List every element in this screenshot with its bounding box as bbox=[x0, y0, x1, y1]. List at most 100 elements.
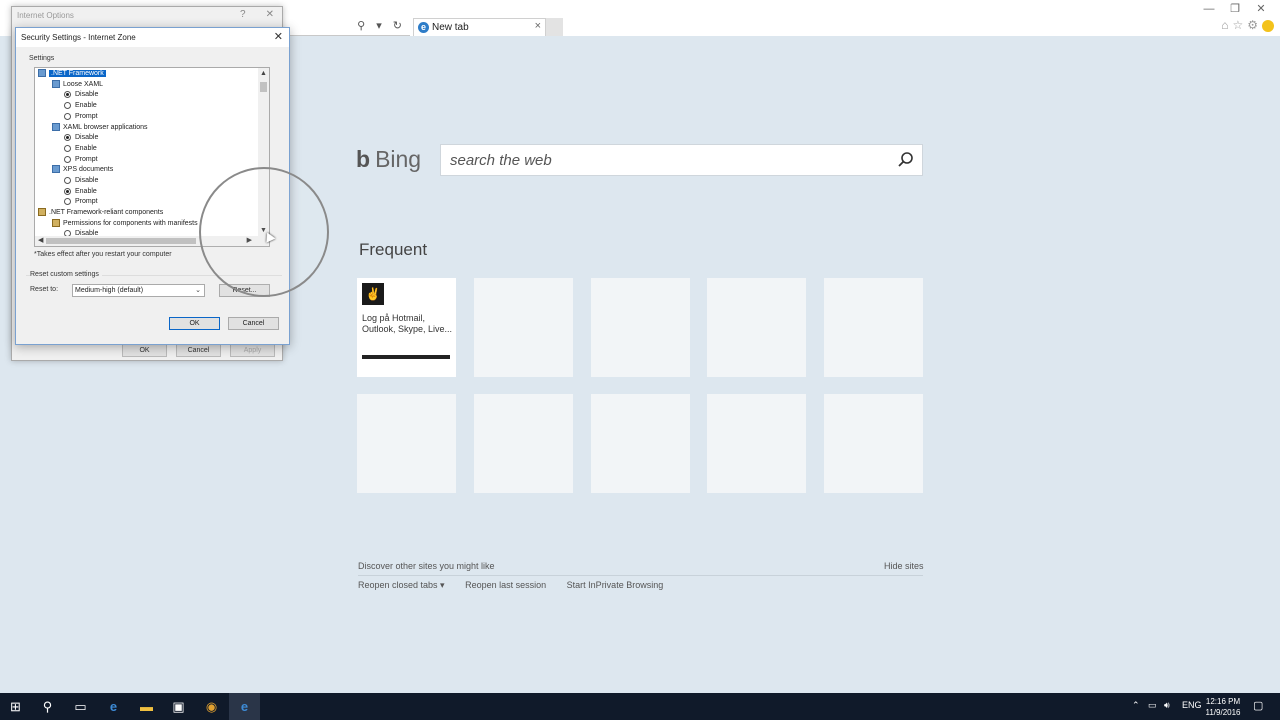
radio-option[interactable]: Enable bbox=[64, 187, 97, 197]
radio-label: Prompt bbox=[75, 113, 98, 120]
new-tab-button[interactable] bbox=[546, 18, 563, 36]
tree-category[interactable]: .NET Framework-reliant components bbox=[38, 208, 163, 218]
edge-icon[interactable]: e bbox=[105, 698, 122, 715]
radio-button[interactable] bbox=[64, 90, 71, 98]
address-bar-icons[interactable]: ⚲ ▾ ↻ bbox=[357, 19, 406, 32]
radio-option[interactable]: Enable bbox=[64, 144, 97, 154]
search-icon[interactable]: ⚲ bbox=[39, 698, 56, 715]
radio-button[interactable] bbox=[64, 187, 71, 195]
bottom-links: Reopen closed tabs ▾ Reopen last session… bbox=[358, 580, 681, 591]
tile-empty[interactable] bbox=[707, 278, 806, 377]
file-explorer-icon[interactable]: ▬ bbox=[138, 698, 155, 715]
tree-setting[interactable]: XPS documents bbox=[52, 165, 113, 175]
radio-option[interactable]: Disable bbox=[64, 176, 98, 186]
tree-setting[interactable]: XAML browser applications bbox=[52, 123, 148, 133]
radio-option[interactable]: Prompt bbox=[64, 197, 98, 207]
close-icon[interactable]: ✕ bbox=[274, 30, 283, 43]
apply-button[interactable]: Apply bbox=[230, 344, 275, 357]
tree-setting[interactable]: Permissions for components with manifest… bbox=[52, 219, 198, 229]
radio-button[interactable] bbox=[64, 197, 71, 205]
ok-button[interactable]: OK bbox=[122, 344, 167, 357]
task-view-icon[interactable]: ▭ bbox=[72, 698, 89, 715]
tree-item-label: .NET Framework-reliant components bbox=[49, 209, 164, 216]
close-button[interactable]: ✕ bbox=[266, 9, 274, 20]
restart-note: *Takes effect after you restart your com… bbox=[34, 251, 172, 258]
home-icon[interactable]: ⌂ bbox=[1221, 18, 1228, 32]
tab-close-icon[interactable]: × bbox=[535, 20, 541, 32]
help-button[interactable]: ? bbox=[240, 9, 246, 20]
radio-button[interactable] bbox=[64, 133, 71, 141]
dialog-title: Internet Options bbox=[17, 11, 74, 20]
tree-item-label: .NET Framework bbox=[49, 70, 106, 77]
tile-empty[interactable] bbox=[357, 394, 456, 493]
start-inprivate-link[interactable]: Start InPrivate Browsing bbox=[567, 580, 664, 590]
network-icon[interactable]: ▭ bbox=[1148, 700, 1157, 711]
cancel-button[interactable]: Cancel bbox=[176, 344, 221, 357]
settings-icon bbox=[52, 165, 60, 174]
reset-level-select[interactable]: Medium-high (default) ⌄ bbox=[72, 284, 205, 297]
reset-button[interactable]: Reset... bbox=[219, 284, 270, 297]
settings-tree[interactable]: .NET Framework Loose XAML Disable Enable… bbox=[34, 67, 270, 247]
tree-setting[interactable]: Loose XAML bbox=[52, 80, 103, 90]
radio-button[interactable] bbox=[64, 144, 71, 152]
tile-empty[interactable] bbox=[591, 278, 690, 377]
tree-item-label: Permissions for components with manifest… bbox=[63, 220, 198, 227]
chrome-icon[interactable]: ◉ bbox=[203, 698, 220, 715]
radio-button[interactable] bbox=[64, 112, 71, 120]
radio-option[interactable]: Enable bbox=[64, 101, 97, 111]
action-center-icon[interactable]: ▢ bbox=[1253, 699, 1263, 712]
tile-empty[interactable] bbox=[824, 394, 923, 493]
tile-empty[interactable] bbox=[474, 278, 573, 377]
tray-chevron-icon[interactable]: ⌃ bbox=[1132, 700, 1140, 711]
reopen-closed-tabs-link[interactable]: Reopen closed tabs ▾ bbox=[358, 580, 445, 590]
reopen-last-session-link[interactable]: Reopen last session bbox=[465, 580, 546, 590]
tile-empty[interactable] bbox=[591, 394, 690, 493]
search-icon[interactable] bbox=[897, 151, 915, 172]
clock-date: 11/9/2016 bbox=[1205, 708, 1241, 717]
frequent-heading: Frequent bbox=[359, 240, 428, 259]
close-window-button[interactable]: ✕ bbox=[1248, 2, 1274, 15]
favorites-star-icon[interactable]: ☆ bbox=[1232, 18, 1243, 32]
address-bar[interactable]: ⚲ ▾ ↻ bbox=[285, 18, 410, 36]
feedback-smiley-icon[interactable] bbox=[1262, 19, 1274, 32]
tile-empty[interactable] bbox=[824, 278, 923, 377]
minimize-button[interactable]: — bbox=[1196, 3, 1222, 15]
reset-group: Reset custom settings Reset to: Medium-h… bbox=[26, 271, 282, 307]
store-icon[interactable]: ▣ bbox=[170, 698, 187, 715]
tile-empty[interactable] bbox=[474, 394, 573, 493]
hide-sites-link[interactable]: Hide sites bbox=[884, 561, 924, 571]
radio-option[interactable]: Disable bbox=[64, 90, 98, 100]
tile-hotmail[interactable]: ✌ Log på Hotmail, Outlook, Skype, Live..… bbox=[357, 278, 456, 377]
internet-explorer-icon[interactable]: e bbox=[236, 698, 253, 715]
scroll-left-icon[interactable]: ◀ bbox=[38, 236, 43, 244]
volume-icon[interactable]: 🔊︎ bbox=[1164, 700, 1170, 711]
radio-option[interactable]: Disable bbox=[64, 133, 98, 143]
scroll-up-icon[interactable]: ▲ bbox=[260, 70, 267, 77]
tile-empty[interactable] bbox=[707, 394, 806, 493]
radio-option[interactable]: Prompt bbox=[64, 155, 98, 165]
restore-button[interactable]: ❐ bbox=[1222, 2, 1248, 15]
horizontal-scrollbar[interactable]: ◀ ▶ bbox=[35, 236, 260, 246]
vertical-scrollbar[interactable]: ▲ ▼ bbox=[258, 68, 269, 246]
language-indicator[interactable]: ENG bbox=[1182, 700, 1202, 710]
tab-title: New tab bbox=[432, 22, 469, 33]
tree-category[interactable]: .NET Framework bbox=[38, 69, 106, 79]
tree-item-label: XAML browser applications bbox=[63, 124, 148, 131]
radio-option[interactable]: Prompt bbox=[64, 112, 98, 122]
scroll-thumb[interactable] bbox=[260, 82, 267, 92]
windows-start-icon[interactable]: ⊞ bbox=[7, 698, 24, 715]
clock[interactable]: 12:16 PM 11/9/2016 bbox=[1204, 696, 1242, 718]
search-input[interactable] bbox=[441, 145, 881, 175]
tab-new-tab[interactable]: e New tab × bbox=[413, 18, 546, 36]
ok-button[interactable]: OK bbox=[169, 317, 220, 330]
scroll-thumb[interactable] bbox=[46, 238, 196, 244]
gear-icon[interactable]: ⚙ bbox=[1247, 18, 1258, 32]
cancel-button[interactable]: Cancel bbox=[228, 317, 279, 330]
radio-button[interactable] bbox=[64, 155, 71, 163]
scroll-right-icon[interactable]: ▶ bbox=[247, 236, 252, 244]
radio-button[interactable] bbox=[64, 101, 71, 109]
radio-button[interactable] bbox=[64, 176, 71, 184]
taskbar: ⊞ ⚲ ▭ e ▬ ▣ ◉ e ⌃ ▭ 🔊︎ ENG 12:16 PM 11/9… bbox=[0, 693, 1280, 720]
title-bar: Security Settings - Internet Zone ✕ bbox=[16, 28, 289, 47]
discover-sites-link[interactable]: Discover other sites you might like bbox=[358, 561, 495, 571]
